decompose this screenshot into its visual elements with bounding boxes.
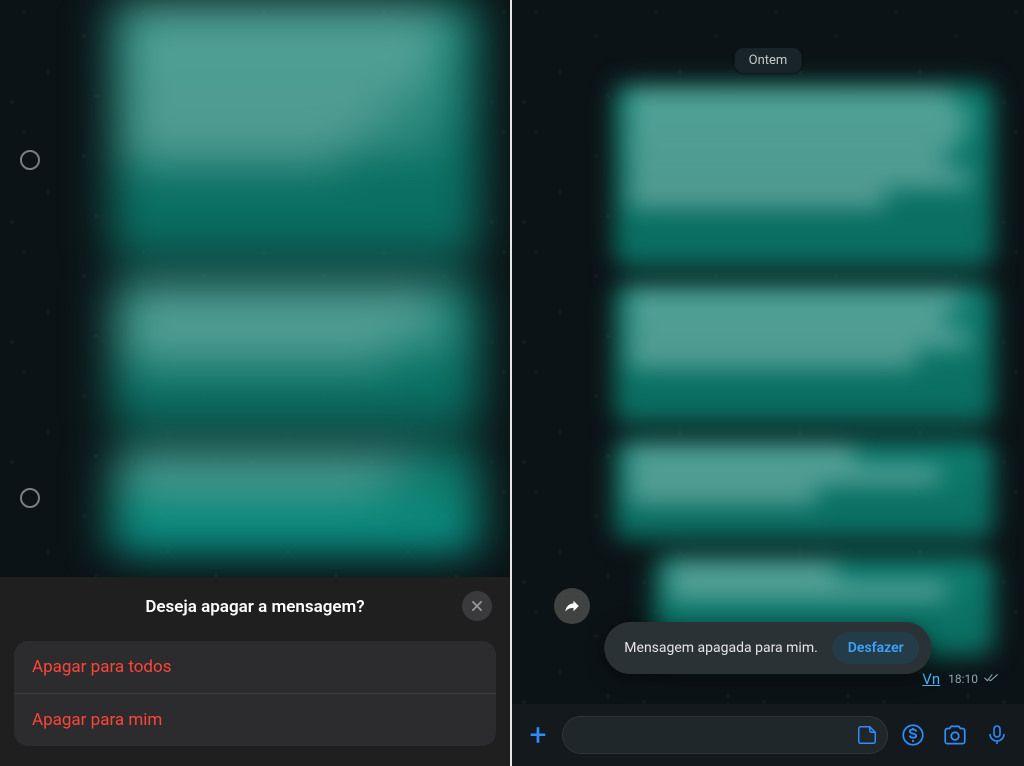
message-meta: Vn 18:10 xyxy=(922,670,1000,688)
close-icon xyxy=(470,599,484,613)
attach-plus-button[interactable]: + xyxy=(522,718,554,753)
chat-input-bar: + xyxy=(512,704,1024,766)
action-sheet-header: Deseja apagar a mensagem? xyxy=(14,591,496,625)
message-select-radio[interactable] xyxy=(20,150,40,170)
camera-button[interactable] xyxy=(938,718,972,752)
action-sheet-title: Deseja apagar a mensagem? xyxy=(145,597,364,617)
toast-text: Mensagem apagada para mim. xyxy=(624,640,818,656)
sticker-button[interactable] xyxy=(855,723,879,747)
action-sheet-options: Apagar para todos Apagar para mim xyxy=(14,641,496,746)
vn-link[interactable]: Vn xyxy=(922,670,940,688)
date-separator: Ontem xyxy=(735,48,802,73)
message-select-radio[interactable] xyxy=(20,488,40,508)
undo-toast: Mensagem apagada para mim. Desfazer xyxy=(604,622,931,674)
delete-for-everyone-button[interactable]: Apagar para todos xyxy=(14,641,496,693)
message-input[interactable] xyxy=(562,716,888,754)
screenshot-pair: Deseja apagar a mensagem? Apagar para to… xyxy=(0,0,1024,766)
undo-button[interactable]: Desfazer xyxy=(832,632,920,664)
payment-icon xyxy=(900,722,926,748)
payment-button[interactable] xyxy=(896,718,930,752)
forward-icon xyxy=(563,597,581,615)
sticker-icon xyxy=(856,724,878,746)
close-button[interactable] xyxy=(462,591,492,621)
delete-for-me-button[interactable]: Apagar para mim xyxy=(14,693,496,746)
right-panel: Ontem Vn 18:10 xyxy=(512,0,1024,766)
delete-action-sheet: Deseja apagar a mensagem? Apagar para to… xyxy=(0,577,510,766)
forward-button[interactable] xyxy=(554,588,590,624)
mic-icon xyxy=(985,723,1009,747)
camera-icon xyxy=(942,722,968,748)
double-check-icon xyxy=(984,672,1000,687)
message-time: 18:10 xyxy=(948,672,978,686)
left-panel: Deseja apagar a mensagem? Apagar para to… xyxy=(0,0,512,766)
mic-button[interactable] xyxy=(980,718,1014,752)
